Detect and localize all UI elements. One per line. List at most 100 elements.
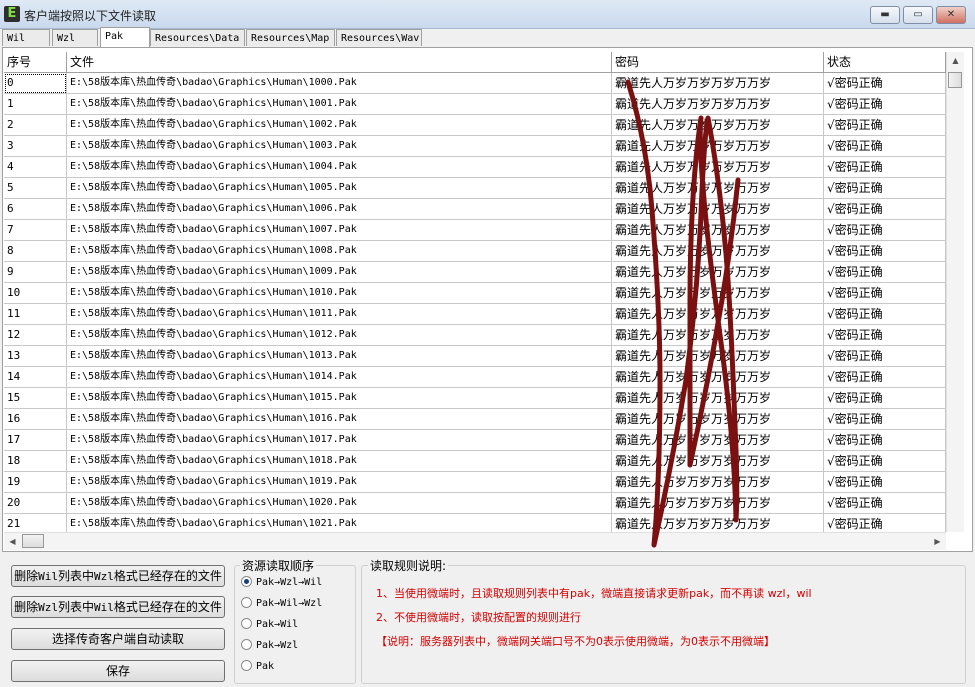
table-row[interactable]: 4 E:\58版本库\热血传奇\badao\Graphics\Human\1004…: [4, 157, 946, 178]
table-row[interactable]: 11 E:\58版本库\热血传奇\badao\Graphics\Human\101…: [4, 304, 946, 325]
cell-status[interactable]: √密码正确: [824, 283, 946, 304]
cell-password[interactable]: 霸道先人万岁万岁万岁万万岁: [612, 220, 824, 241]
tab-pak[interactable]: Pak: [100, 27, 150, 47]
cell-password[interactable]: 霸道先人万岁万岁万岁万万岁: [612, 136, 824, 157]
table-row[interactable]: 1 E:\58版本库\热血传奇\badao\Graphics\Human\1001…: [4, 94, 946, 115]
cell-status[interactable]: √密码正确: [824, 514, 946, 532]
table-row[interactable]: 13 E:\58版本库\热血传奇\badao\Graphics\Human\101…: [4, 346, 946, 367]
table-row[interactable]: 5 E:\58版本库\热血传奇\badao\Graphics\Human\1005…: [4, 178, 946, 199]
cell-status[interactable]: √密码正确: [824, 346, 946, 367]
scroll-up-icon[interactable]: ▲: [947, 52, 964, 69]
cell-index[interactable]: 19: [4, 472, 67, 493]
cell-password[interactable]: 霸道先人万岁万岁万岁万万岁: [612, 472, 824, 493]
cell-password[interactable]: 霸道先人万岁万岁万岁万万岁: [612, 178, 824, 199]
cell-password[interactable]: 霸道先人万岁万岁万岁万万岁: [612, 262, 824, 283]
file-table[interactable]: 序号 文件 密码 状态 0 E:\58版本库\热血传奇\badao\Graphic…: [4, 52, 946, 532]
table-row[interactable]: 17 E:\58版本库\热血传奇\badao\Graphics\Human\101…: [4, 430, 946, 451]
cell-status[interactable]: √密码正确: [824, 451, 946, 472]
cell-index[interactable]: 16: [4, 409, 67, 430]
vertical-scrollbar[interactable]: ▲: [946, 52, 964, 532]
cell-file[interactable]: E:\58版本库\热血传奇\badao\Graphics\Human\1018.…: [67, 451, 612, 472]
cell-password[interactable]: 霸道先人万岁万岁万岁万万岁: [612, 346, 824, 367]
cell-password[interactable]: 霸道先人万岁万岁万岁万万岁: [612, 514, 824, 532]
cell-status[interactable]: √密码正确: [824, 94, 946, 115]
column-header-password[interactable]: 密码: [612, 52, 824, 73]
cell-status[interactable]: √密码正确: [824, 304, 946, 325]
cell-index[interactable]: 17: [4, 430, 67, 451]
cell-index[interactable]: 12: [4, 325, 67, 346]
cell-index[interactable]: 13: [4, 346, 67, 367]
cell-password[interactable]: 霸道先人万岁万岁万岁万万岁: [612, 157, 824, 178]
table-row[interactable]: 12 E:\58版本库\热血传奇\badao\Graphics\Human\101…: [4, 325, 946, 346]
cell-index[interactable]: 10: [4, 283, 67, 304]
cell-file[interactable]: E:\58版本库\热血传奇\badao\Graphics\Human\1000.…: [67, 73, 612, 94]
cell-file[interactable]: E:\58版本库\热血传奇\badao\Graphics\Human\1016.…: [67, 409, 612, 430]
radio-order-4[interactable]: Pak: [241, 659, 274, 675]
radio-icon[interactable]: [241, 617, 252, 629]
horizontal-scroll-thumb[interactable]: [22, 534, 44, 548]
column-header-file[interactable]: 文件: [67, 52, 612, 73]
cell-password[interactable]: 霸道先人万岁万岁万岁万万岁: [612, 430, 824, 451]
cell-file[interactable]: E:\58版本库\热血传奇\badao\Graphics\Human\1019.…: [67, 472, 612, 493]
cell-file[interactable]: E:\58版本库\热血传奇\badao\Graphics\Human\1004.…: [67, 157, 612, 178]
cell-index[interactable]: 0: [4, 73, 67, 94]
delete-wzl-existing-button[interactable]: 删除Wzl列表中Wil格式已经存在的文件: [11, 596, 225, 618]
radio-order-0[interactable]: Pak→Wzl→Wil: [241, 575, 322, 591]
cell-status[interactable]: √密码正确: [824, 220, 946, 241]
tab-wil[interactable]: Wil: [2, 29, 50, 46]
delete-wil-existing-button[interactable]: 删除Wil列表中Wzl格式已经存在的文件: [11, 565, 225, 587]
cell-index[interactable]: 3: [4, 136, 67, 157]
cell-file[interactable]: E:\58版本库\热血传奇\badao\Graphics\Human\1021.…: [67, 514, 612, 532]
cell-password[interactable]: 霸道先人万岁万岁万岁万万岁: [612, 304, 824, 325]
radio-icon[interactable]: [241, 596, 252, 608]
cell-password[interactable]: 霸道先人万岁万岁万岁万万岁: [612, 283, 824, 304]
cell-password[interactable]: 霸道先人万岁万岁万岁万万岁: [612, 115, 824, 136]
cell-status[interactable]: √密码正确: [824, 241, 946, 262]
table-row[interactable]: 19 E:\58版本库\热血传奇\badao\Graphics\Human\101…: [4, 472, 946, 493]
cell-password[interactable]: 霸道先人万岁万岁万岁万万岁: [612, 451, 824, 472]
table-row[interactable]: 6 E:\58版本库\热血传奇\badao\Graphics\Human\1006…: [4, 199, 946, 220]
cell-status[interactable]: √密码正确: [824, 178, 946, 199]
cell-index[interactable]: 14: [4, 367, 67, 388]
cell-status[interactable]: √密码正确: [824, 73, 946, 94]
radio-order-3[interactable]: Pak→Wzl: [241, 638, 298, 654]
save-button[interactable]: 保存: [11, 660, 225, 682]
cell-index[interactable]: 5: [4, 178, 67, 199]
cell-file[interactable]: E:\58版本库\热血传奇\badao\Graphics\Human\1014.…: [67, 367, 612, 388]
table-row[interactable]: 14 E:\58版本库\热血传奇\badao\Graphics\Human\101…: [4, 367, 946, 388]
tab-resources-data[interactable]: Resources\Data: [150, 29, 245, 46]
table-row[interactable]: 2 E:\58版本库\热血传奇\badao\Graphics\Human\1002…: [4, 115, 946, 136]
maximize-button[interactable]: ▭: [903, 6, 933, 24]
cell-file[interactable]: E:\58版本库\热血传奇\badao\Graphics\Human\1017.…: [67, 430, 612, 451]
table-row[interactable]: 3 E:\58版本库\热血传奇\badao\Graphics\Human\1003…: [4, 136, 946, 157]
vertical-scroll-thumb[interactable]: [948, 72, 962, 88]
minimize-button[interactable]: ▬: [870, 6, 900, 24]
cell-status[interactable]: √密码正确: [824, 199, 946, 220]
radio-order-1[interactable]: Pak→Wil→Wzl: [241, 596, 322, 612]
cell-file[interactable]: E:\58版本库\热血传奇\badao\Graphics\Human\1012.…: [67, 325, 612, 346]
column-header-status[interactable]: 状态: [824, 52, 946, 73]
cell-status[interactable]: √密码正确: [824, 157, 946, 178]
cell-index[interactable]: 15: [4, 388, 67, 409]
cell-file[interactable]: E:\58版本库\热血传奇\badao\Graphics\Human\1010.…: [67, 283, 612, 304]
cell-index[interactable]: 8: [4, 241, 67, 262]
cell-status[interactable]: √密码正确: [824, 430, 946, 451]
cell-status[interactable]: √密码正确: [824, 409, 946, 430]
radio-icon[interactable]: [241, 659, 252, 671]
cell-status[interactable]: √密码正确: [824, 367, 946, 388]
cell-password[interactable]: 霸道先人万岁万岁万岁万万岁: [612, 73, 824, 94]
cell-file[interactable]: E:\58版本库\热血传奇\badao\Graphics\Human\1013.…: [67, 346, 612, 367]
cell-file[interactable]: E:\58版本库\热血传奇\badao\Graphics\Human\1002.…: [67, 115, 612, 136]
cell-file[interactable]: E:\58版本库\热血传奇\badao\Graphics\Human\1020.…: [67, 493, 612, 514]
auto-read-client-button[interactable]: 选择传奇客户端自动读取: [11, 628, 225, 650]
cell-file[interactable]: E:\58版本库\热血传奇\badao\Graphics\Human\1008.…: [67, 241, 612, 262]
cell-status[interactable]: √密码正确: [824, 325, 946, 346]
table-row[interactable]: 9 E:\58版本库\热血传奇\badao\Graphics\Human\1009…: [4, 262, 946, 283]
cell-file[interactable]: E:\58版本库\热血传奇\badao\Graphics\Human\1009.…: [67, 262, 612, 283]
scroll-right-icon[interactable]: ▶: [929, 533, 946, 550]
cell-file[interactable]: E:\58版本库\热血传奇\badao\Graphics\Human\1011.…: [67, 304, 612, 325]
cell-index[interactable]: 6: [4, 199, 67, 220]
cell-file[interactable]: E:\58版本库\热血传奇\badao\Graphics\Human\1001.…: [67, 94, 612, 115]
cell-index[interactable]: 21: [4, 514, 67, 532]
table-row[interactable]: 20 E:\58版本库\热血传奇\badao\Graphics\Human\102…: [4, 493, 946, 514]
